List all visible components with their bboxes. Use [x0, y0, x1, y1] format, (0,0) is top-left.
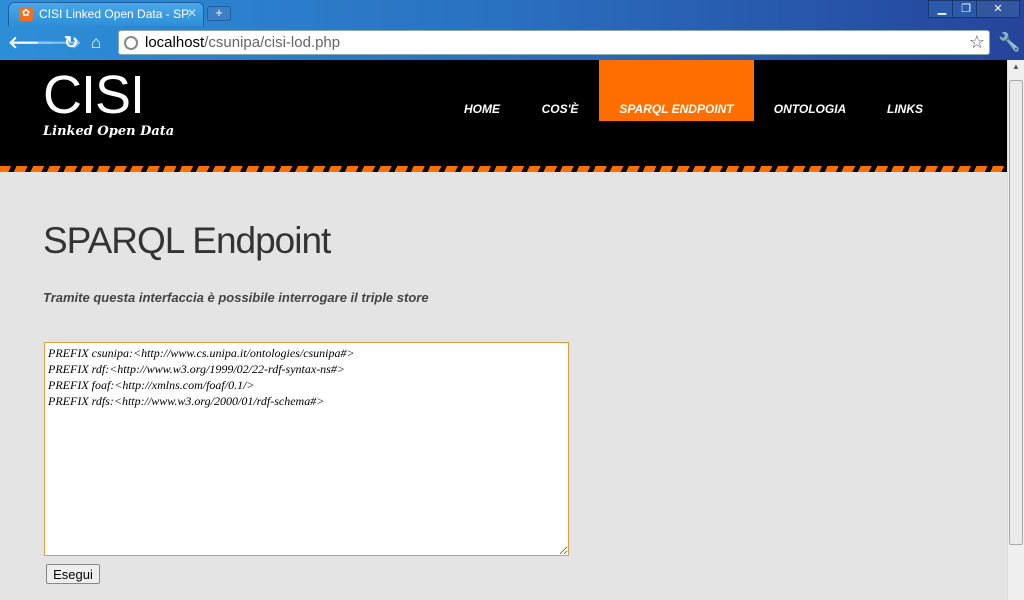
globe-icon [124, 36, 138, 50]
new-tab-button[interactable]: + [207, 6, 231, 21]
scrollbar-thumb[interactable] [1009, 80, 1023, 545]
menu-cose[interactable]: COS'È [530, 60, 590, 121]
tab-title: CISI Linked Open Data - SPARQL Endpoint [39, 7, 189, 21]
scroll-up-icon[interactable]: ▲ [1012, 62, 1020, 71]
vertical-scrollbar[interactable]: ▲ [1007, 60, 1024, 600]
home-icon[interactable]: ⌂ [91, 33, 101, 53]
close-window-button[interactable]: ✕ [976, 0, 1020, 18]
menu-sparql-endpoint[interactable]: SPARQL ENDPOINT [599, 60, 754, 121]
xampp-favicon-icon: ✿ [19, 7, 33, 21]
reload-icon[interactable]: ↻ [64, 33, 78, 53]
close-tab-icon[interactable]: ✕ [187, 6, 197, 20]
site-logo[interactable]: CISI [43, 64, 145, 126]
bookmark-star-icon[interactable]: ☆ [969, 32, 985, 53]
menu-ontologia[interactable]: ONTOLOGIA [764, 60, 856, 121]
menu-links[interactable]: LINKS [876, 60, 934, 121]
page-title: SPARQL Endpoint [43, 220, 331, 261]
menu-home[interactable]: HOME [452, 60, 512, 121]
header-stripe [0, 166, 1007, 172]
site-header: CISI Linked Open Data HOME COS'È SPARQL … [0, 60, 1007, 172]
site-subtitle: Linked Open Data [43, 124, 175, 139]
url-text: localhost/csunipa/cisi-lod.php [145, 34, 341, 51]
browser-tab[interactable]: ✿ CISI Linked Open Data - SPARQL Endpoin… [8, 2, 204, 26]
sparql-query-input[interactable]: PREFIX csunipa:<http://www.cs.unipa.it/o… [44, 342, 569, 556]
run-query-button[interactable]: Esegui [46, 564, 100, 584]
wrench-icon[interactable]: 🔧 [998, 32, 1020, 53]
intro-text: Tramite questa interfaccia è possibile i… [43, 290, 429, 305]
browser-chrome: ✿ CISI Linked Open Data - SPARQL Endpoin… [0, 0, 1024, 60]
address-bar[interactable]: localhost/csunipa/cisi-lod.php ☆ [118, 30, 990, 55]
